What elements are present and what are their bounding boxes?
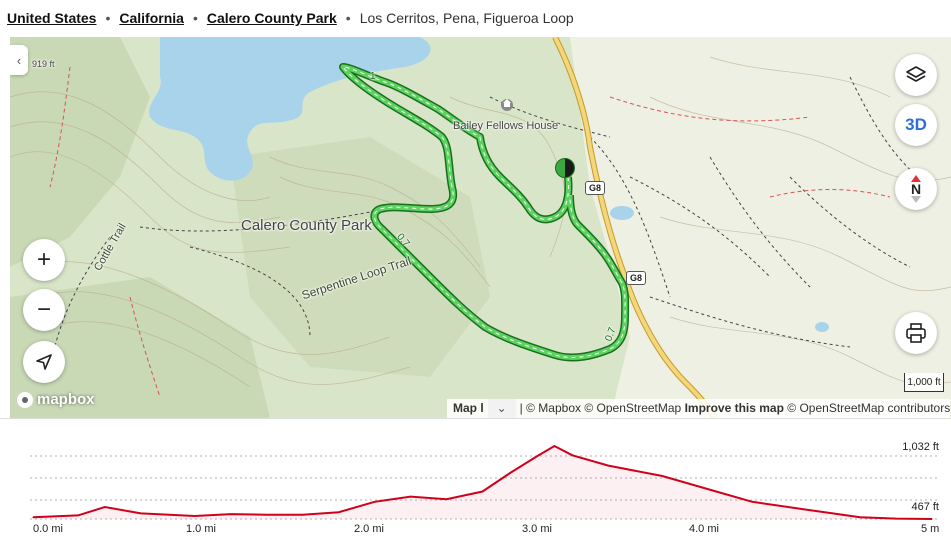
elevation-max-label: 1,032 ft	[902, 441, 939, 453]
navigation-arrow-icon	[36, 354, 52, 370]
layers-button[interactable]	[895, 54, 937, 96]
legend-toggle[interactable]: ⌄	[487, 399, 516, 418]
elevation-point	[194, 515, 196, 517]
collapse-panel-button[interactable]: ‹	[10, 45, 28, 75]
elevation-point	[751, 501, 753, 503]
elevation-point	[230, 513, 232, 515]
printer-icon	[906, 323, 926, 343]
zoom-out-button[interactable]: −	[23, 289, 65, 331]
breadcrumb: United States • California • Calero Coun…	[0, 0, 951, 36]
elevation-min-label: 467 ft	[911, 501, 939, 513]
elevation-point	[571, 454, 574, 456]
breadcrumb-separator: •	[345, 10, 351, 26]
elevation-point	[374, 501, 376, 503]
x-axis-label: 2.0 mi	[354, 523, 384, 535]
elevation-point	[104, 506, 106, 508]
breadcrumb-calero-county-park[interactable]: Calero County Park	[207, 10, 337, 26]
x-axis-label: 5 m	[921, 523, 940, 535]
elevation-point	[77, 514, 79, 516]
zoom-in-button[interactable]: +	[23, 239, 65, 281]
urban-land	[570, 37, 951, 418]
minus-icon: −	[36, 296, 51, 323]
breadcrumb-separator: •	[192, 10, 198, 26]
elevation-point	[805, 509, 807, 511]
map-scale: 1,000 ft	[904, 373, 944, 392]
elevation-point	[931, 518, 933, 520]
park-label: Calero County Park	[241, 217, 372, 234]
elevation-point	[661, 475, 663, 477]
mapbox-logo-icon	[17, 391, 33, 408]
elevation-point	[859, 516, 861, 518]
3d-toggle-button[interactable]: 3D	[895, 104, 937, 146]
elevation-point	[338, 511, 340, 513]
breadcrumb-california[interactable]: California	[119, 10, 184, 26]
plus-icon: +	[36, 246, 51, 273]
elevation-chart[interactable]	[0, 419, 951, 536]
attribution-mapbox[interactable]: © Mapbox	[526, 401, 581, 415]
map-canvas[interactable]	[10, 37, 951, 418]
x-axis-label: 4.0 mi	[689, 523, 719, 535]
layers-icon	[906, 66, 926, 82]
chevron-left-icon: ‹	[16, 52, 22, 68]
elevation-point	[140, 512, 142, 514]
chevron-down-icon: ⌄	[496, 401, 507, 415]
breadcrumb-current: Los Cerritos, Pena, Figueroa Loop	[359, 10, 574, 26]
elevation-point	[553, 445, 556, 447]
improve-map-link[interactable]: Improve this map	[685, 401, 784, 415]
road-shield: G8	[585, 181, 606, 195]
map-legend-label[interactable]: Map l	[453, 401, 484, 415]
trailhead-marker-icon	[555, 158, 575, 178]
elevation-marker-label: 919 ft	[32, 59, 55, 69]
house-label: Bailey Fellows House	[453, 120, 559, 132]
compass-south-arrow-icon	[911, 196, 921, 203]
elevation-point	[445, 498, 448, 500]
elevation-point	[508, 472, 511, 474]
elevation-point	[481, 490, 484, 493]
elevation-point	[32, 516, 34, 518]
breadcrumb-united-states[interactable]: United States	[7, 10, 96, 26]
locate-button[interactable]	[23, 341, 65, 383]
elevation-point	[607, 465, 610, 467]
attribution-osm-contributors[interactable]: © OpenStreetMap contributors	[787, 401, 950, 415]
pond	[815, 322, 829, 332]
elevation-point	[302, 514, 304, 516]
breadcrumb-separator: •	[105, 10, 111, 26]
map-attribution: Map l ⌄ | © Mapbox © OpenStreetMap Improve…	[447, 399, 951, 418]
house-marker-icon	[501, 99, 513, 111]
x-axis-label: 3.0 mi	[522, 523, 552, 535]
elevation-point	[266, 514, 268, 516]
print-button[interactable]	[895, 312, 937, 354]
3d-label: 3D	[905, 115, 927, 134]
elevation-point	[895, 518, 897, 520]
mapbox-logo-text: mapbox	[37, 391, 95, 408]
elevation-point	[535, 456, 538, 458]
attribution-osm[interactable]: © OpenStreetMap	[584, 401, 681, 415]
compass-n-label: N	[910, 181, 922, 197]
mapbox-logo[interactable]: mapbox	[17, 391, 95, 408]
x-axis-label: 0.0 mi	[33, 523, 63, 535]
elevation-profile[interactable]: 1,032 ft 467 ft 0.0 mi 1.0 mi 2.0 mi 3.0…	[0, 418, 951, 536]
trail-distance-label: 1	[370, 71, 376, 82]
road-shield: G8	[626, 271, 647, 285]
compass-button[interactable]: N	[895, 168, 937, 210]
pond	[610, 206, 634, 220]
elevation-point	[715, 490, 717, 493]
x-axis-label: 1.0 mi	[186, 523, 216, 535]
elevation-point	[410, 496, 412, 498]
trail-map[interactable]: Calero County Park Bailey Fellows House …	[10, 37, 951, 418]
